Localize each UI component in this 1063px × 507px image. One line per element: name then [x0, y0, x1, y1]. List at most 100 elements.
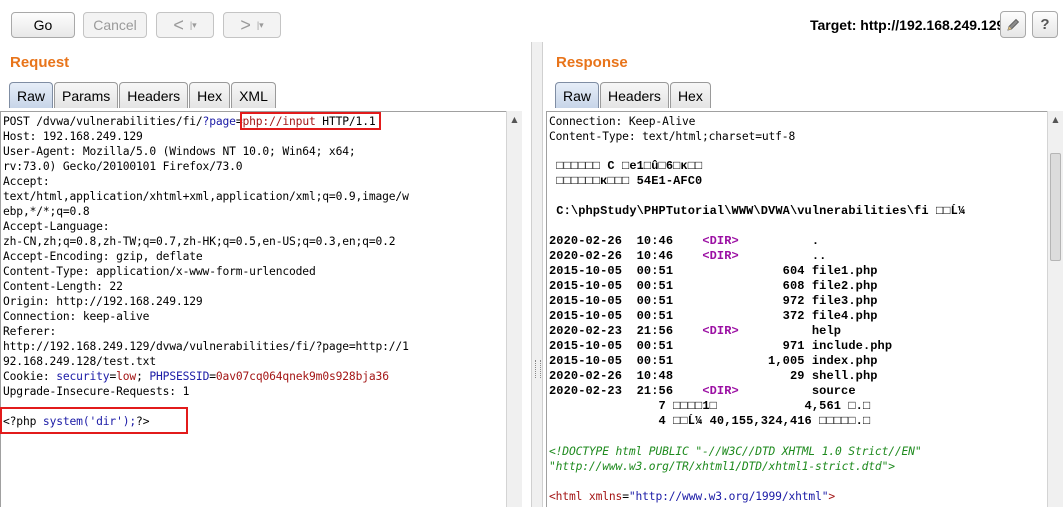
back-button[interactable]: < |▾ [156, 12, 214, 38]
request-scrollbar[interactable]: ▲ [506, 111, 522, 507]
code-line: User-Agent: Mozilla/5.0 (Windows NT 10.0… [3, 144, 356, 159]
code-token: "http://www.w3.org/1999/xhtml" [628, 490, 829, 503]
code-line: 2015-10-05 00:51 972 file3.php [549, 294, 878, 309]
code-token: security [56, 370, 110, 383]
code-token: 2015-10-05 00:51 1,005 index.php [549, 354, 878, 368]
code-token: Host: 192.168.249.129 [3, 130, 143, 143]
code-token: Content-Type: application/x-www-form-url… [3, 265, 316, 278]
code-token: Origin: http://192.168.249.129 [3, 295, 203, 308]
code-token: ebp,*/*;q=0.8 [3, 205, 90, 218]
code-token: low [116, 370, 137, 383]
forward-button[interactable]: > |▾ [223, 12, 281, 38]
code-token: 2020-02-26 10:46 [549, 249, 703, 263]
code-line: Accept-Encoding: gzip, deflate [3, 249, 203, 264]
scroll-up-icon[interactable]: ▲ [1048, 111, 1063, 127]
code-token: 2015-10-05 00:51 604 file1.php [549, 264, 878, 278]
code-token: 2015-10-05 00:51 971 include.php [549, 339, 893, 353]
code-line: 2020-02-23 21:56 <DIR> help [549, 324, 841, 339]
code-line: Cookie: security=low; PHPSESSID=0av07cq0… [3, 369, 389, 384]
code-token: POST /dvwa/vulnerabilities/fi/ [3, 115, 203, 128]
request-title: Request [10, 54, 70, 71]
request-tabs: Raw Params Headers Hex XML [9, 82, 277, 109]
tab-raw[interactable]: Raw [9, 82, 54, 108]
code-token: xmlns [588, 490, 623, 503]
target-label: Target: http://192.168.249.129 [810, 17, 1005, 33]
tab-headers[interactable]: Headers [119, 82, 189, 108]
code-token: C:\phpStudy\PHPTutorial\WWW\DVWA\vulnera… [549, 204, 966, 218]
request-editor[interactable]: POST /dvwa/vulnerabilities/fi/?page=php:… [0, 111, 506, 507]
chevron-down-icon: |▾ [189, 19, 197, 30]
tab-raw[interactable]: Raw [555, 82, 600, 108]
tab-headers[interactable]: Headers [600, 82, 669, 108]
pane-divider[interactable] [531, 42, 543, 507]
tab-hex[interactable]: Hex [189, 82, 231, 108]
forward-arrow-icon: > [240, 15, 251, 35]
code-token: 92.168.249.128/test.txt [3, 355, 156, 368]
scroll-thumb[interactable] [1050, 153, 1061, 261]
code-token: Accept: [3, 175, 50, 188]
grip-icon [535, 360, 541, 378]
code-line: 7 □□□□1□ 4,561 □.□ [549, 399, 871, 414]
code-line: 2015-10-05 00:51 1,005 index.php [549, 354, 878, 369]
code-token: Connection: keep-alive [3, 310, 150, 323]
response-scrollbar[interactable]: ▲ [1047, 111, 1063, 507]
code-token: □□□□□□ C □e1□û□6□ĸ□□ [549, 159, 703, 173]
code-token: 2020-02-26 10:48 29 shell.php [549, 369, 878, 383]
code-line: "http://www.w3.org/TR/xhtml1/DTD/xhtml1-… [549, 459, 895, 474]
code-line: □□□□□□к□□□ 54E1-AFC0 [549, 174, 702, 189]
tab-params[interactable]: Params [54, 82, 119, 108]
code-token: source [738, 384, 856, 398]
code-line: C:\phpStudy\PHPTutorial\WWW\DVWA\vulnera… [549, 204, 965, 219]
code-token: Accept-Encoding: gzip, deflate [3, 250, 203, 263]
code-token: > [828, 490, 836, 503]
tab-xml[interactable]: XML [231, 82, 276, 108]
code-line: Content-Type: application/x-www-form-url… [3, 264, 316, 279]
code-line: 4 □□Ĺ¼ 40,155,324,416 □□□□□.□ [549, 414, 871, 429]
toolbar: Go Cancel < |▾ > |▾ Target: http://192.1… [0, 0, 1063, 48]
code-line: □□□□□□ C □e1□û□6□ĸ□□ [549, 159, 702, 174]
code-token: http://192.168.249.129/dvwa/vulnerabilit… [3, 340, 409, 353]
code-token: zh-CN,zh;q=0.8,zh-TW;q=0.7,zh-HK;q=0.5,e… [3, 235, 396, 248]
code-token: "http://www.w3.org/TR/xhtml1/DTD/xhtml1-… [549, 460, 895, 473]
code-line: rv:73.0) Gecko/20100101 Firefox/73.0 [3, 159, 243, 174]
code-line: 2020-02-26 10:46 <DIR> .. [549, 249, 826, 264]
cancel-button[interactable]: Cancel [83, 12, 147, 38]
code-line: Accept-Language: [3, 219, 110, 234]
code-token: <DIR> [702, 234, 739, 248]
code-token: . [738, 234, 820, 248]
code-line: Content-Type: text/html;charset=utf-8 [549, 129, 795, 144]
code-token: 2020-02-23 21:56 [549, 384, 703, 398]
code-token: = [209, 370, 216, 383]
code-line: Connection: Keep-Alive [549, 114, 695, 129]
code-line: <!DOCTYPE html PUBLIC "-//W3C//DTD XHTML… [549, 444, 922, 459]
code-line: 2015-10-05 00:51 372 file4.php [549, 309, 878, 324]
help-icon: ? [1040, 16, 1050, 33]
code-token: PHPSESSID [149, 370, 210, 383]
code-token: Connection: Keep-Alive [549, 115, 696, 128]
code-token: Cookie: [3, 370, 57, 383]
code-token: 7 □□□□1□ 4,561 □.□ [549, 399, 871, 413]
code-token: 4 □□Ĺ¼ 40,155,324,416 □□□□□.□ [549, 414, 871, 428]
code-token: 0av07cq064qnek9m0s928bja36 [215, 370, 389, 383]
help-button[interactable]: ? [1032, 11, 1058, 38]
go-button[interactable]: Go [11, 12, 75, 38]
code-token: <DIR> [702, 249, 739, 263]
code-token: Content-Type: text/html;charset=utf-8 [549, 130, 796, 143]
code-token: text/html,application/xhtml+xml,applicat… [3, 190, 409, 203]
code-token: <DIR> [702, 324, 739, 338]
code-line: Upgrade-Insecure-Requests: 1 [3, 384, 189, 399]
code-token: ?page [202, 115, 236, 128]
tab-hex[interactable]: Hex [669, 82, 711, 108]
code-token: □□□□□□к□□□ 54E1-AFC0 [549, 174, 703, 188]
code-line: zh-CN,zh;q=0.8,zh-TW;q=0.7,zh-HK;q=0.5,e… [3, 234, 396, 249]
code-token: .. [738, 249, 827, 263]
response-editor[interactable]: Connection: Keep-Alive Content-Type: text… [546, 111, 1047, 507]
code-line: Origin: http://192.168.249.129 [3, 294, 203, 309]
scroll-up-icon[interactable]: ▲ [507, 111, 522, 127]
code-line: Referer: [3, 324, 56, 339]
code-token: 2015-10-05 00:51 372 file4.php [549, 309, 878, 323]
edit-target-button[interactable] [1000, 11, 1026, 38]
code-token: <html [549, 490, 589, 503]
code-token: = [622, 490, 629, 503]
code-token: <!DOCTYPE html PUBLIC "-//W3C//DTD XHTML… [549, 445, 922, 458]
